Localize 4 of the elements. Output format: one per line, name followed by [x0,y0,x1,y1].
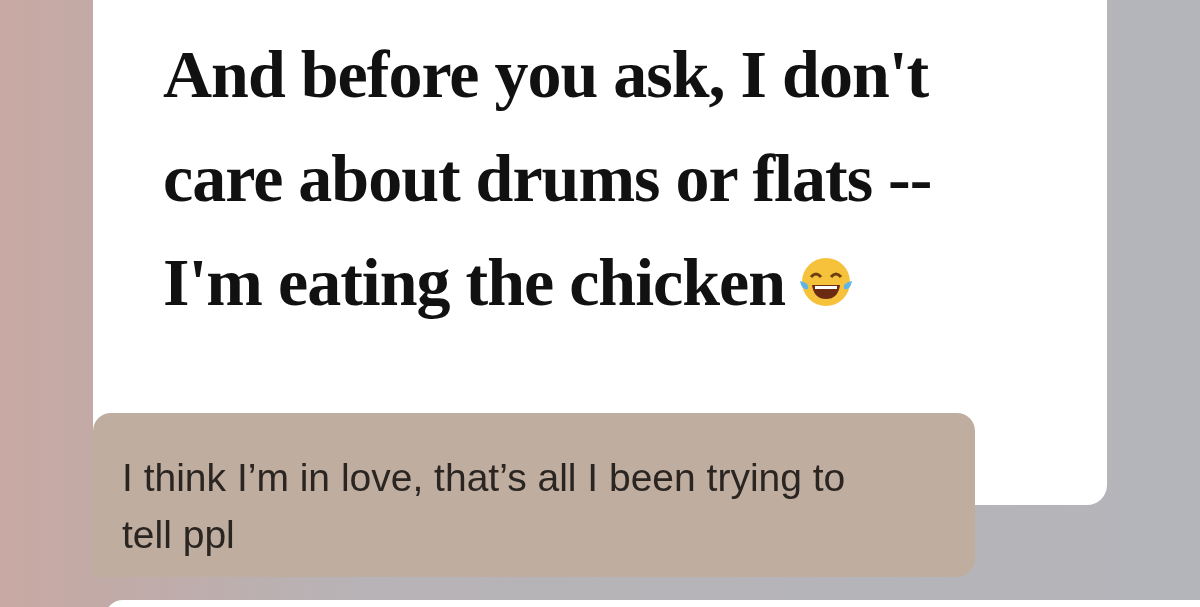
post-text: I'm eating the chicken [163,243,786,322]
post-text: care about drums or flats -- [163,139,932,218]
post-text: And before you ask, I don't [163,35,929,114]
reply-text: I think I’m in love, that’s all I been trying to tell ppl [122,455,847,558]
